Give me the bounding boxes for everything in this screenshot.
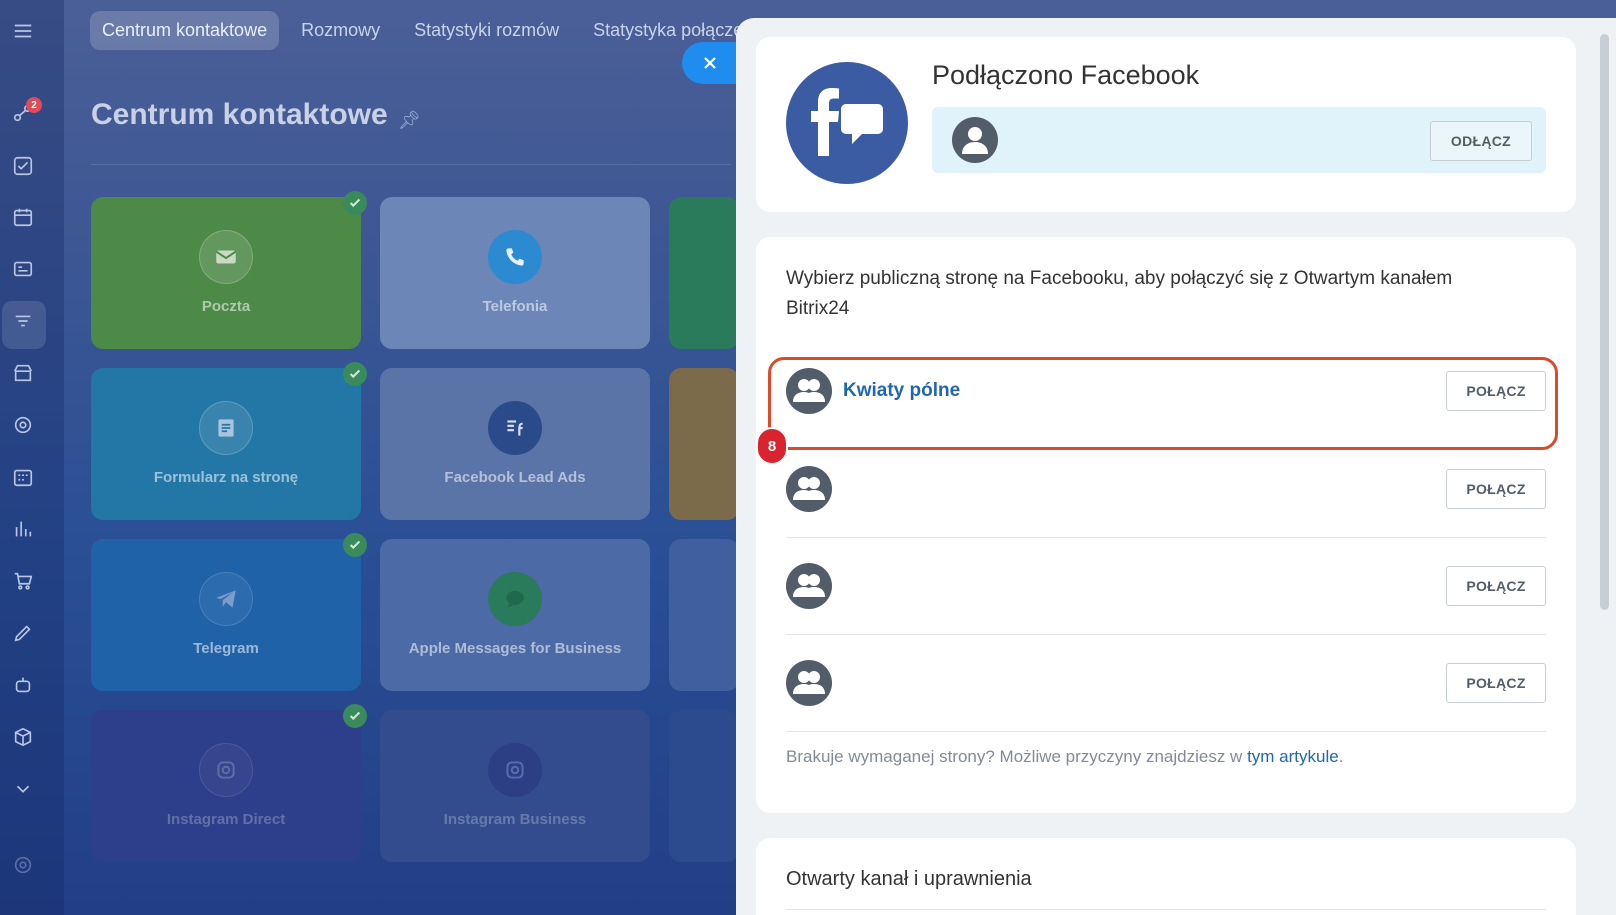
page-selection-card: Wybierz publiczną stronę na Facebooku, a… [756,237,1576,813]
tile-apple-messages[interactable]: Apple Messages for Business [380,539,650,691]
row-divider [786,634,1546,635]
facebook-messenger-logo-icon [786,62,908,184]
telegram-icon [199,572,253,626]
connect-button[interactable]: POŁĄCZ [1446,566,1546,606]
store-icon[interactable] [10,360,36,386]
check-icon [343,362,367,386]
article-link[interactable]: tym artykule [1247,747,1339,766]
open-channel-card: Otwarty kanał i uprawnienia [756,838,1576,915]
settings-gear-icon[interactable] [10,852,36,878]
section-divider [786,909,1546,910]
footnote-text: Brakuje wymaganej strony? Możliwe przycz… [786,747,1248,766]
notification-badge: 2 [26,97,42,113]
tasks-icon[interactable] [10,153,36,179]
form-icon [199,401,253,455]
highlight-frame [768,357,1558,450]
timeline-icon[interactable] [10,464,36,490]
page-row: POŁĄCZ [786,442,1546,538]
top-tabs: Centrum kontaktowe Rozmowy Statystyki ro… [90,10,765,50]
tab-statystyki-rozmow[interactable]: Statystyki rozmów [402,11,571,50]
footnote-end: . [1338,747,1344,766]
close-icon [704,57,716,69]
mail-icon [199,230,253,284]
page-row: POŁĄCZ [786,636,1546,732]
page-selection-description: Wybierz publiczną stronę na Facebooku, a… [786,268,1453,319]
marketing-icon[interactable] [10,412,36,438]
page-row: POŁĄCZ [786,539,1546,635]
chevron-down-icon[interactable] [10,776,36,802]
connected-title: Podłączono Facebook [932,60,1200,90]
crm-icon[interactable] [10,256,36,282]
connect-button[interactable]: POŁĄCZ [1446,469,1546,509]
tile-partial-3[interactable] [669,539,739,691]
phone-icon [488,230,542,284]
tile-label: Instagram Direct [166,811,286,828]
group-avatar-icon [786,466,832,512]
tile-telegram[interactable]: Telegram [91,533,367,691]
check-icon [343,191,367,215]
instagram-business-icon [488,743,542,797]
left-sidebar: 2 [0,0,64,915]
tile-label: Instagram Business [443,811,587,828]
calendar-icon[interactable] [10,204,36,230]
tile-instagram-business[interactable]: Instagram Business [380,710,650,862]
close-slider-button[interactable] [682,42,740,84]
connect-button[interactable]: POŁĄCZ [1446,663,1546,703]
tile-label: Poczta [201,298,251,315]
analytics-icon[interactable] [10,516,36,542]
check-icon [343,533,367,557]
title-divider [91,164,731,165]
sign-icon[interactable] [10,620,36,646]
row-divider [786,731,1546,732]
shop-cart-icon[interactable] [10,568,36,594]
facebook-connector-panel: Podłączono Facebook ODŁĄCZ Wybierz publi… [736,18,1616,915]
package-icon[interactable] [10,724,36,750]
disconnect-button[interactable]: ODŁĄCZ [1429,121,1532,161]
tile-facebook-lead-ads[interactable]: Facebook Lead Ads [380,368,650,520]
connection-status-card: Podłączono Facebook ODŁĄCZ [756,37,1576,212]
apple-messages-icon [488,572,542,626]
page-title: Centrum kontaktowe [91,98,388,131]
tile-telefonia[interactable]: Telefonia [380,197,650,349]
tile-label: Telefonia [482,298,548,315]
instagram-direct-icon [199,743,253,797]
tile-label: Formularz na stronę [153,469,299,486]
tab-rozmowy[interactable]: Rozmowy [289,11,392,50]
tab-centrum-kontaktowe[interactable]: Centrum kontaktowe [90,10,280,50]
step-badge: 8 [756,427,788,465]
tile-formularz[interactable]: Formularz na stronę [91,362,367,520]
section-title: Otwarty kanał i uprawnienia [786,868,1032,890]
check-icon [343,704,367,728]
tile-label: Telegram [193,640,259,657]
tile-partial-2[interactable] [669,368,739,520]
menu-icon[interactable] [10,18,36,44]
scrollbar[interactable] [1600,34,1609,610]
tile-partial-1[interactable] [669,197,739,349]
connected-account-bar: ODŁĄCZ [932,107,1546,173]
user-avatar-icon [952,117,998,163]
automation-icon[interactable] [10,672,36,698]
tile-poczta[interactable]: Poczta [91,191,367,349]
pin-icon[interactable]: 📌︎ [398,110,421,131]
row-divider [786,537,1546,538]
footnote: Brakuje wymaganej strony? Możliwe przycz… [786,747,1343,767]
tile-partial-4[interactable] [669,710,739,862]
group-avatar-icon [786,660,832,706]
tile-instagram-direct[interactable]: Instagram Direct [91,704,367,862]
group-avatar-icon [786,563,832,609]
tile-label: Apple Messages for Business [408,640,622,657]
facebook-lead-ads-icon [488,401,542,455]
tile-label: Facebook Lead Ads [444,469,586,486]
contact-center-icon[interactable] [10,308,36,334]
